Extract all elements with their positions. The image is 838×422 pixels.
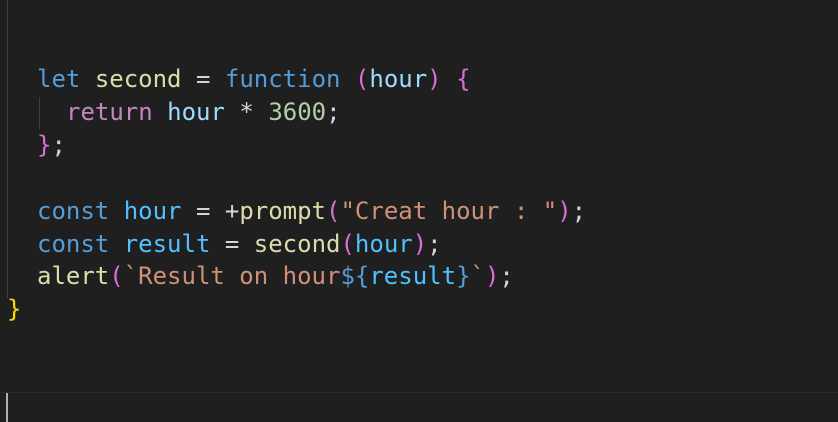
number-literal: 3600: [268, 98, 327, 126]
bracket: (: [109, 262, 124, 290]
code-line-8[interactable]: }: [7, 293, 21, 326]
keyword-function: function: [224, 65, 341, 93]
keyword-const: const: [37, 197, 110, 225]
operator: =: [195, 197, 211, 225]
argument: hour: [354, 230, 413, 258]
text-cursor: [6, 393, 8, 422]
operator: =: [195, 65, 211, 93]
string-literal: "Creat hour : ": [340, 197, 558, 225]
identifier: result: [123, 230, 211, 258]
bracket: }: [7, 295, 22, 323]
bracket: {: [456, 65, 471, 93]
operator: *: [239, 98, 254, 126]
bracket: ): [412, 230, 428, 258]
bracket: ): [484, 262, 500, 290]
function-call: second: [253, 230, 341, 258]
keyword-const: const: [37, 230, 110, 258]
code-line-1[interactable]: let second = function (hour) {: [37, 63, 471, 96]
code-line-3[interactable]: };: [37, 129, 66, 162]
indent-guide: [7, 0, 8, 298]
code-line-5[interactable]: const hour = +prompt("Creat hour : ");: [37, 195, 586, 228]
punctuation: ;: [499, 262, 514, 290]
code-line-6[interactable]: const result = second(hour);: [37, 228, 442, 261]
bracket: (: [326, 197, 341, 225]
keyword-return: return: [66, 98, 153, 126]
code-editor[interactable]: let second = function (hour) { return ho…: [0, 0, 838, 392]
punctuation: ;: [427, 230, 442, 258]
indent-guide: [39, 97, 40, 129]
bracket: ): [557, 197, 572, 225]
template-string: `: [470, 262, 485, 290]
template-string: `Result on hour: [123, 262, 341, 290]
code-line-2[interactable]: return hour * 3600;: [66, 96, 341, 129]
function-call: alert: [37, 262, 110, 290]
identifier: second: [94, 65, 182, 93]
operator: =: [224, 230, 240, 258]
punctuation: ;: [326, 98, 341, 126]
operator: +: [224, 197, 240, 225]
bottom-panel[interactable]: [0, 392, 838, 422]
bracket: (: [340, 230, 355, 258]
interpolation-var: result: [369, 262, 457, 290]
bracket: ): [427, 65, 442, 93]
bracket: }: [37, 131, 52, 159]
punctuation: ;: [571, 197, 587, 225]
punctuation: ;: [51, 131, 66, 159]
parameter: hour: [369, 65, 428, 93]
code-line-7[interactable]: alert(`Result on hour${result}`);: [37, 260, 514, 293]
identifier: hour: [167, 98, 225, 126]
function-call: prompt: [239, 197, 327, 225]
bracket: (: [354, 65, 370, 93]
interpolation-close: }: [456, 262, 471, 290]
keyword-let: let: [37, 65, 81, 93]
identifier: hour: [123, 197, 182, 225]
interpolation-open: ${: [340, 262, 370, 290]
